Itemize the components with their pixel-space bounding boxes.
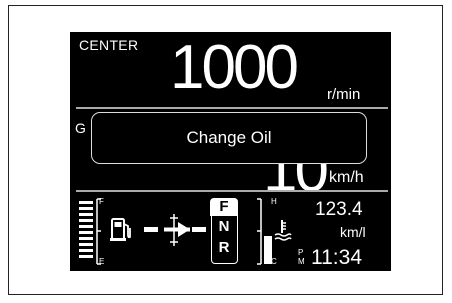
upper-separator [76, 107, 388, 109]
speed-unit: km/h [329, 169, 364, 186]
shift-position-n: N [218, 218, 230, 235]
fuel-gauge-segment [79, 225, 93, 228]
fuel-gauge-segment [79, 231, 93, 234]
lower-separator [76, 190, 388, 192]
drive-direction-icon [144, 214, 206, 246]
fuel-empty-label: E [99, 257, 105, 266]
instrument-display: CENTER 1000 r/min G 10 km/h Change Oil F… [70, 32, 391, 271]
popup-message: Change Oil [186, 128, 272, 147]
fuel-gauge-segment [79, 249, 93, 252]
fuel-economy-unit: km/l [340, 224, 366, 240]
fuel-full-label: F [99, 197, 104, 206]
obscured-label: G [75, 120, 86, 136]
shift-position-f: F [210, 198, 238, 216]
fuel-economy-readout: 123.4 [315, 199, 363, 220]
temp-cold-label: C [271, 257, 277, 266]
rpm-readout: 1000 [170, 33, 299, 102]
shift-position-r: R [218, 239, 230, 256]
rpm-unit: r/min [327, 86, 361, 103]
fuel-gauge-segment [79, 237, 93, 240]
temp-hot-label: H [271, 197, 277, 206]
ampm-indicator-p: P [298, 248, 304, 257]
fuel-gauge-segment [79, 219, 93, 222]
fuel-gauge-segment [79, 213, 93, 216]
fuel-gauge-segment [79, 243, 93, 246]
fuel-gauge-segment [79, 207, 93, 210]
fuel-pump-icon [110, 218, 131, 241]
clock: 11:34 [311, 246, 362, 269]
fuel-gauge-segment [79, 255, 93, 258]
mode-label: CENTER [79, 37, 139, 53]
coolant-temperature-icon [274, 220, 292, 241]
ampm-indicator-m: M [298, 257, 305, 266]
warning-popup: Change Oil [91, 112, 367, 164]
fuel-gauge-segment [79, 201, 93, 204]
